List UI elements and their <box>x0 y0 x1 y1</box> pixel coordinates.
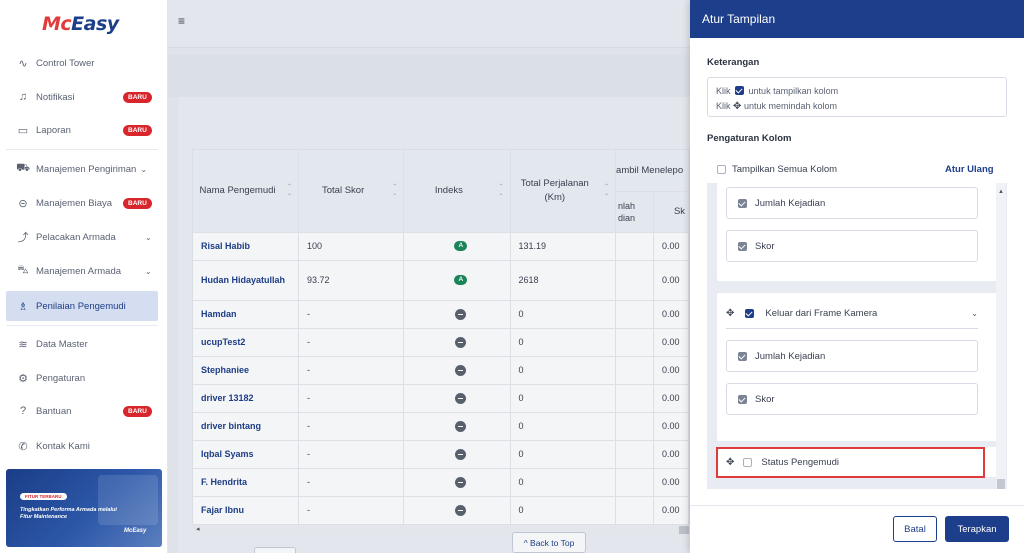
apply-button[interactable]: Terapkan <box>945 516 1009 542</box>
truck-icon: ⛟ <box>16 162 30 174</box>
new-badge: BARU <box>123 197 152 209</box>
promo-logo: McEasy <box>124 528 147 534</box>
column-label: Skor <box>755 393 775 405</box>
sidebar-item-label: Kontak Kami <box>36 440 90 452</box>
ket-text: untuk tampilkan kolom <box>748 86 839 96</box>
keterangan-box: Klik untuk tampilkan kolom Klik ✥ untuk … <box>707 77 1007 117</box>
sidebar-item-label: Data Master <box>36 338 88 350</box>
panel-header: Atur Tampilan <box>690 0 1024 38</box>
display-settings-panel: Atur Tampilan Keterangan Klik untuk tamp… <box>690 0 1024 553</box>
panel-title: Atur Tampilan <box>702 12 776 26</box>
vertical-scrollbar[interactable]: ▲ <box>996 183 1006 489</box>
column-group-keluar-frame[interactable]: ✥ Keluar dari Frame Kamera ⌄ <box>726 303 978 323</box>
keterangan-title: Keterangan <box>707 57 760 68</box>
highlight-box <box>716 447 985 478</box>
checkbox-checked[interactable] <box>738 198 747 208</box>
sidebar-item-label: Penilaian Pengemudi <box>36 300 126 312</box>
sidebar: Mc Easy ∿ Control Tower ♫ Notifikasi BARU ▭… <box>0 0 168 553</box>
pengaturan-title: Pengaturan Kolom <box>707 133 792 144</box>
column-label: Jumlah Kejadian <box>755 350 826 362</box>
sidebar-item-control-tower[interactable]: ∿ Control Tower <box>0 48 168 78</box>
column-label: Jumlah Kejadian <box>755 197 826 209</box>
bell-icon: ♫ <box>18 91 28 103</box>
sidebar-item-pengaturan[interactable]: ⚙ Pengaturan <box>0 363 168 393</box>
ket-text: Klik <box>716 101 731 111</box>
move-icon: ✥ <box>733 101 742 112</box>
column-item-skor[interactable]: Skor <box>726 383 978 415</box>
sidebar-item-label: Manajemen Pengiriman <box>36 163 137 175</box>
chevron-down-icon: ⌄ <box>145 232 152 242</box>
sidebar-item-label: Notifikasi <box>36 91 75 103</box>
checkbox-checked[interactable] <box>745 308 755 318</box>
sidebar-item-laporan[interactable]: ▭ Laporan BARU <box>0 115 168 145</box>
promo-text: Tingkatkan Performa Armada melalui Fitur… <box>20 507 117 520</box>
sidebar-item-penilaian-pengemudi[interactable]: ♗ Penilaian Pengemudi <box>6 291 158 321</box>
chevron-down-icon: ⌄ <box>145 266 152 276</box>
reset-link[interactable]: Atur Ulang <box>945 164 994 175</box>
sidebar-item-bantuan[interactable]: ? Bantuan BARU <box>0 396 168 426</box>
logo-text-easy: Easy <box>71 13 119 35</box>
show-all-label: Tampilkan Semua Kolom <box>732 164 838 175</box>
promo-banner[interactable]: FITUR TERBARU Tingkatkan Performa Armada… <box>6 469 162 547</box>
database-icon: ≋ <box>18 338 28 351</box>
gear-icon: ⚙ <box>18 372 28 385</box>
checkbox-icon <box>735 86 745 95</box>
sidebar-item-manajemen-biaya[interactable]: ⊝ Manajemen Biaya BARU <box>0 188 168 218</box>
cost-icon: ⊝ <box>18 197 28 210</box>
panel-footer-divider <box>690 505 1024 506</box>
sidebar-item-pelacakan-armada[interactable]: ⤴ Pelacakan Armada ⌄ <box>0 222 168 252</box>
pulse-icon: ∿ <box>18 57 28 70</box>
logo-text-mc: Mc <box>42 13 72 35</box>
chevron-down-icon[interactable]: ⌄ <box>971 309 978 318</box>
mceasy-logo[interactable]: Mc Easy <box>0 0 167 48</box>
sidebar-item-label: Control Tower <box>36 57 95 69</box>
sidebar-item-label: Bantuan <box>36 405 72 417</box>
fleet-icon: ⛍ <box>17 264 29 276</box>
column-label: Skor <box>755 240 775 252</box>
report-icon: ▭ <box>17 124 29 137</box>
column-list: Jumlah Kejadian Skor ✥ Keluar dari Frame … <box>707 183 1007 489</box>
promo-tag: FITUR TERBARU <box>20 493 67 500</box>
checkbox-unchecked[interactable] <box>717 165 726 174</box>
driver-icon: ♗ <box>18 300 28 313</box>
sidebar-item-label: Laporan <box>36 124 71 136</box>
ket-text: Klik <box>716 86 731 96</box>
column-item-skor[interactable]: Skor <box>726 230 978 262</box>
new-badge: BARU <box>123 91 152 103</box>
sidebar-item-data-master[interactable]: ≋ Data Master <box>0 329 168 359</box>
apply-label: Terapkan <box>957 523 997 535</box>
column-item-jumlah-kejadian[interactable]: Jumlah Kejadian <box>726 187 978 219</box>
sidebar-divider <box>6 149 158 150</box>
cancel-label: Batal <box>904 523 926 535</box>
ket-text: untuk memindah kolom <box>743 101 837 111</box>
move-icon[interactable]: ✥ <box>726 308 734 319</box>
sidebar-item-notifikasi[interactable]: ♫ Notifikasi BARU <box>0 82 168 112</box>
new-badge: BARU <box>123 124 152 136</box>
route-icon: ⤴ <box>17 232 29 244</box>
sidebar-item-manajemen-pengiriman[interactable]: ⛟ Manajemen Pengiriman ⌄ <box>0 154 168 184</box>
sidebar-item-kontak-kami[interactable]: ✆ Kontak Kami <box>0 431 168 461</box>
sidebar-divider <box>6 325 158 326</box>
sidebar-item-label: Pelacakan Armada <box>36 231 116 243</box>
new-badge: BARU <box>123 405 152 417</box>
scroll-up-icon[interactable]: ▲ <box>998 189 1004 195</box>
sidebar-item-label: Pengaturan <box>36 372 86 384</box>
sidebar-item-label: Manajemen Biaya <box>36 197 113 209</box>
checkbox-checked[interactable] <box>738 241 747 251</box>
checkbox-checked[interactable] <box>738 394 747 404</box>
scroll-thumb[interactable] <box>997 479 1005 489</box>
help-icon: ? <box>19 405 27 417</box>
modal-overlay[interactable] <box>168 0 690 553</box>
phone-icon: ✆ <box>18 440 28 453</box>
chevron-down-icon: ⌄ <box>140 164 148 174</box>
column-item-jumlah-kejadian[interactable]: Jumlah Kejadian <box>726 340 978 372</box>
cancel-button[interactable]: Batal <box>893 516 937 542</box>
sidebar-item-label: Manajemen Armada <box>36 265 122 277</box>
group-divider <box>726 328 978 329</box>
show-all-columns-checkbox[interactable]: Tampilkan Semua Kolom <box>717 164 837 175</box>
checkbox-checked[interactable] <box>738 351 747 361</box>
sidebar-item-manajemen-armada[interactable]: ⛍ Manajemen Armada ⌄ <box>0 256 168 286</box>
column-group-label: Keluar dari Frame Kamera <box>765 307 878 319</box>
